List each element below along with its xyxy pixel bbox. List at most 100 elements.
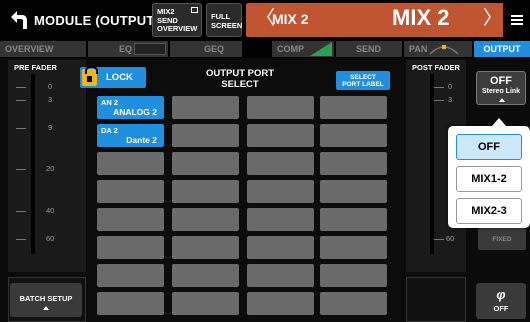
pre-scale-60: 60 — [46, 234, 55, 243]
port-cell[interactable] — [320, 124, 387, 147]
tab-send-label: SEND — [356, 44, 382, 54]
pre-scale-0: 0 — [48, 82, 53, 91]
tab-geq-label: GEQ — [204, 44, 225, 54]
port-cell[interactable] — [172, 236, 239, 259]
port-cell[interactable] — [97, 208, 164, 231]
full-screen-button[interactable]: FULL SCREEN — [206, 3, 242, 37]
pre-fader-track[interactable] — [31, 74, 35, 254]
channel-small-name: MIX 2 — [272, 11, 309, 27]
port-cell[interactable] — [97, 292, 164, 315]
tab-overview[interactable]: OVERVIEW — [0, 41, 86, 57]
batch-setup-label: BATCH SETUP — [19, 294, 73, 303]
pre-tick-9 — [16, 128, 26, 129]
port-code: DA 2 — [101, 126, 118, 135]
post-fader-track[interactable] — [430, 74, 434, 254]
post-scale-3: 3 — [448, 95, 453, 104]
select-port-label-line1: SELECT — [350, 74, 376, 81]
pre-tick-0 — [16, 87, 26, 88]
port-cell[interactable] — [247, 236, 314, 259]
post-scale-60: 60 — [446, 234, 455, 243]
fixed-button[interactable]: FIXED — [478, 228, 526, 250]
lock-icon — [82, 66, 98, 86]
pre-tick-60 — [16, 239, 26, 240]
tab-eq-label: EQ — [118, 44, 132, 54]
port-cell[interactable] — [247, 124, 314, 147]
port-cell[interactable] — [247, 208, 314, 231]
port-cell[interactable] — [172, 96, 239, 119]
select-port-label-button[interactable]: SELECT PORT LABEL — [336, 71, 390, 90]
tab-geq[interactable]: GEQ — [170, 41, 242, 57]
port-cell-assigned[interactable]: AN 2 ANALOG 2 — [97, 96, 164, 119]
tab-comp[interactable]: COMP — [272, 41, 334, 57]
port-cell[interactable] — [320, 236, 387, 259]
stereo-link-button[interactable]: OFF Stereo Link — [476, 71, 526, 105]
tab-pan[interactable]: PAN — [404, 41, 472, 57]
select-port-label-line2: PORT LABEL — [342, 81, 384, 88]
port-cell[interactable] — [97, 236, 164, 259]
port-label: Dante 2 — [126, 135, 157, 145]
tab-send[interactable]: SEND — [336, 41, 402, 57]
port-cell[interactable] — [172, 152, 239, 175]
back-button[interactable] — [4, 3, 32, 37]
tab-output-label: OUTPUT — [483, 44, 521, 54]
port-cell[interactable] — [320, 152, 387, 175]
send-overview-button[interactable]: MIX2 SEND OVERVIEW — [152, 3, 202, 37]
stereo-link-value: OFF — [490, 75, 512, 87]
pan-knob-icon — [429, 45, 459, 55]
pre-tick-20 — [16, 169, 26, 170]
pre-scale-3: 3 — [48, 95, 53, 104]
post-fader-bottom-box — [406, 277, 466, 322]
port-cell[interactable] — [97, 152, 164, 175]
post-tick-3 — [434, 100, 444, 101]
post-fader-title: POST FADER — [412, 63, 460, 72]
port-cell-assigned[interactable]: DA 2 Dante 2 — [97, 124, 164, 147]
batch-setup-button[interactable]: BATCH SETUP — [10, 283, 82, 317]
port-cell[interactable] — [247, 96, 314, 119]
port-cell[interactable] — [320, 96, 387, 119]
module-tabs: OVERVIEW EQ GEQ COMP SEND PAN OUTPUT — [0, 40, 530, 95]
port-cell[interactable] — [97, 180, 164, 203]
port-cell[interactable] — [172, 124, 239, 147]
port-cell[interactable] — [247, 152, 314, 175]
module-title: MODULE (OUTPUT) — [34, 13, 160, 28]
tab-comp-label: COMP — [277, 44, 304, 54]
menu-button[interactable] — [503, 3, 530, 37]
stereo-link-dropdown: OFF MIX1-2 MIX2-3 — [448, 118, 530, 228]
tab-output[interactable]: OUTPUT — [474, 41, 530, 57]
dropdown-option-mix1-2[interactable]: MIX1-2 — [456, 166, 522, 192]
port-cell[interactable] — [172, 180, 239, 203]
phase-value: OFF — [493, 304, 509, 313]
dropdown-option-mix2-3[interactable]: MIX2-3 — [456, 198, 522, 224]
port-cell[interactable] — [97, 264, 164, 287]
port-cell[interactable] — [172, 208, 239, 231]
port-cell[interactable] — [247, 292, 314, 315]
tab-eq[interactable]: EQ — [88, 41, 168, 57]
next-channel-button[interactable]: 〉 — [483, 8, 502, 30]
stereo-link-label: Stereo Link — [481, 88, 521, 95]
phase-icon: φ — [496, 287, 506, 302]
port-cell[interactable] — [247, 264, 314, 287]
pre-fader-title: PRE FADER — [14, 63, 57, 72]
lock-button[interactable]: LOCK — [80, 66, 146, 88]
port-cell[interactable] — [172, 264, 239, 287]
port-cell[interactable] — [320, 292, 387, 315]
port-cell[interactable] — [172, 292, 239, 315]
header-bar: MODULE (OUTPUT) MIX2 SEND OVERVIEW FULL … — [0, 0, 530, 40]
pre-fader-panel: PRE FADER 0 3 9 20 40 60 — [8, 60, 86, 272]
port-cell[interactable] — [320, 208, 387, 231]
port-label: ANALOG 2 — [113, 107, 157, 117]
channel-big-name: MIX 2 — [392, 5, 450, 30]
dropdown-option-off[interactable]: OFF — [456, 134, 522, 160]
pre-scale-20: 20 — [46, 164, 55, 173]
triangle-up-icon — [43, 306, 49, 310]
port-cell[interactable] — [320, 180, 387, 203]
send-overview-line3: OVERVIEW — [157, 24, 198, 33]
post-scale-0: 0 — [448, 82, 453, 91]
back-arrow-icon — [11, 11, 27, 29]
port-code: AN 2 — [101, 98, 119, 107]
post-tick-0 — [434, 87, 444, 88]
port-cell[interactable] — [247, 180, 314, 203]
phase-button[interactable]: φ OFF — [476, 283, 526, 319]
lock-label: LOCK — [106, 72, 133, 83]
port-cell[interactable] — [320, 264, 387, 287]
